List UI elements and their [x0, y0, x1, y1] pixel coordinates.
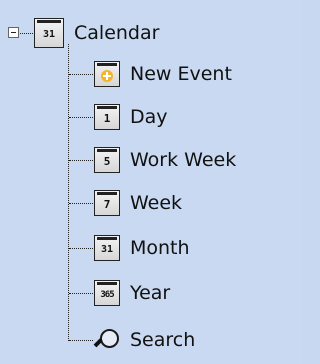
tree-item-new-event[interactable]: New Event [94, 59, 232, 89]
tree-item-month[interactable]: 31 Month [94, 233, 190, 263]
calendar-week-icon: 7 [94, 190, 120, 216]
calendar-month-icon: 31 [94, 235, 120, 261]
calendar-day-icon: 1 [94, 104, 120, 130]
new-event-icon [94, 61, 120, 87]
tree-connector [69, 203, 93, 204]
tree-connector [69, 74, 93, 75]
tree-item-label: Search [130, 329, 196, 351]
tree-item-label: Day [130, 106, 168, 128]
calendar-work-week-icon: 5 [94, 147, 120, 173]
tree-item-label: Year [130, 282, 171, 304]
tree-item-label: Work Week [130, 149, 237, 171]
tree-connector [69, 160, 93, 161]
tree-item-year[interactable]: 365 Year [94, 278, 170, 308]
tree-connector [69, 248, 93, 249]
tree-item-week[interactable]: 7 Week [94, 188, 182, 218]
tree-item-label: Week [130, 192, 183, 214]
tree-connector [20, 33, 33, 34]
tree-item-day[interactable]: 1 Day [94, 102, 168, 132]
tree-connector [69, 117, 93, 118]
collapse-toggle[interactable] [8, 27, 19, 38]
tree-item-label: Month [130, 237, 190, 259]
tree-item-label: New Event [130, 63, 232, 85]
tree-node-label: Calendar [74, 22, 160, 44]
tree-item-work-week[interactable]: 5 Work Week [94, 145, 236, 175]
calendar-month-icon: 31 [34, 18, 64, 48]
tree-node-calendar[interactable]: 31 Calendar [34, 18, 159, 48]
tree-vertical-line [68, 44, 69, 341]
search-icon [93, 327, 120, 353]
tree-connector [69, 293, 93, 294]
tree-connector [69, 340, 93, 341]
calendar-tree: 31 Calendar New Event 1 Day 5 Work Week … [0, 0, 302, 364]
calendar-year-icon: 365 [94, 280, 120, 306]
tree-item-search[interactable]: Search [93, 325, 196, 355]
